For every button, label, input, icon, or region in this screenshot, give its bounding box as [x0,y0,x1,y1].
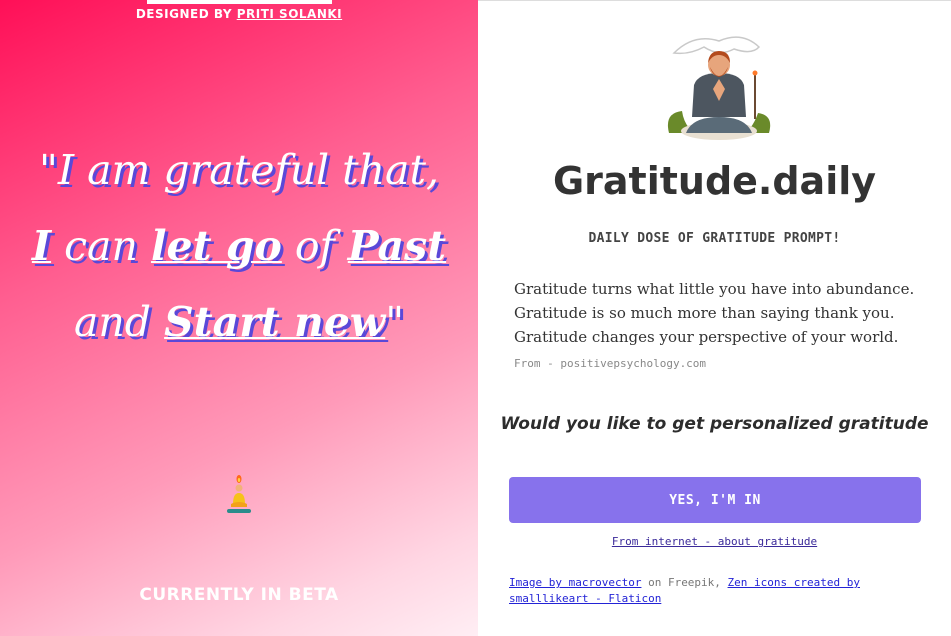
quote-text: can [51,222,151,270]
app-title: Gratitude.daily [552,159,877,203]
quote-word-start-new: Start new [164,298,386,346]
quote-line-3: and Start new" [10,284,468,360]
quote-text: of [281,222,348,270]
meditating-person-icon [227,475,251,513]
quote-word-past: Past [347,222,447,270]
description-line: Gratitude is so much more than saying th… [514,304,895,322]
designed-by: DESIGNED BY PRITI SOLANKI [0,0,478,28]
about-gratitude-link[interactable]: From internet - about gratitude [612,535,817,548]
quote-text: and [73,298,165,346]
description-line: Gratitude changes your perspective of yo… [514,328,899,346]
beta-label: CURRENTLY IN BETA [139,585,339,605]
description-line: Gratitude turns what little you have int… [514,280,915,298]
yes-im-in-button[interactable]: YES, I'M IN [509,477,921,523]
quote-text: " [385,298,405,346]
app-subtitle: DAILY DOSE OF GRATITUDE PROMPT! [588,231,841,246]
personalized-question: Would you like to get personalized grati… [500,414,929,434]
designed-by-prefix: DESIGNED BY [135,7,233,21]
quote-word-i: I [31,222,52,270]
internet-link-wrapper: From internet - about gratitude [478,535,951,548]
quote-line-2: I can let go of Past [10,208,468,284]
designer-link[interactable]: PRITI SOLANKI [237,7,342,21]
credits-text: on Freepik, [641,576,728,589]
left-panel: DESIGNED BY PRITI SOLANKI "I am grateful… [0,0,478,636]
top-accent-bar [147,0,332,4]
quote-line-1: "I am grateful that, [38,146,440,194]
gratitude-description: Gratitude turns what little you have int… [514,277,934,349]
quote-word-let-go: let go [150,222,282,270]
gratitude-quote: "I am grateful that, I can let go of Pas… [10,132,468,360]
meditating-man-illustration [667,36,771,140]
right-panel: Gratitude.daily DAILY DOSE OF GRATITUDE … [478,0,951,636]
image-credits: Image by macrovector on Freepik, Zen ico… [509,575,929,607]
macrovector-link[interactable]: Image by macrovector [509,576,641,589]
quote-source: From - positivepsychology.com [514,357,707,370]
